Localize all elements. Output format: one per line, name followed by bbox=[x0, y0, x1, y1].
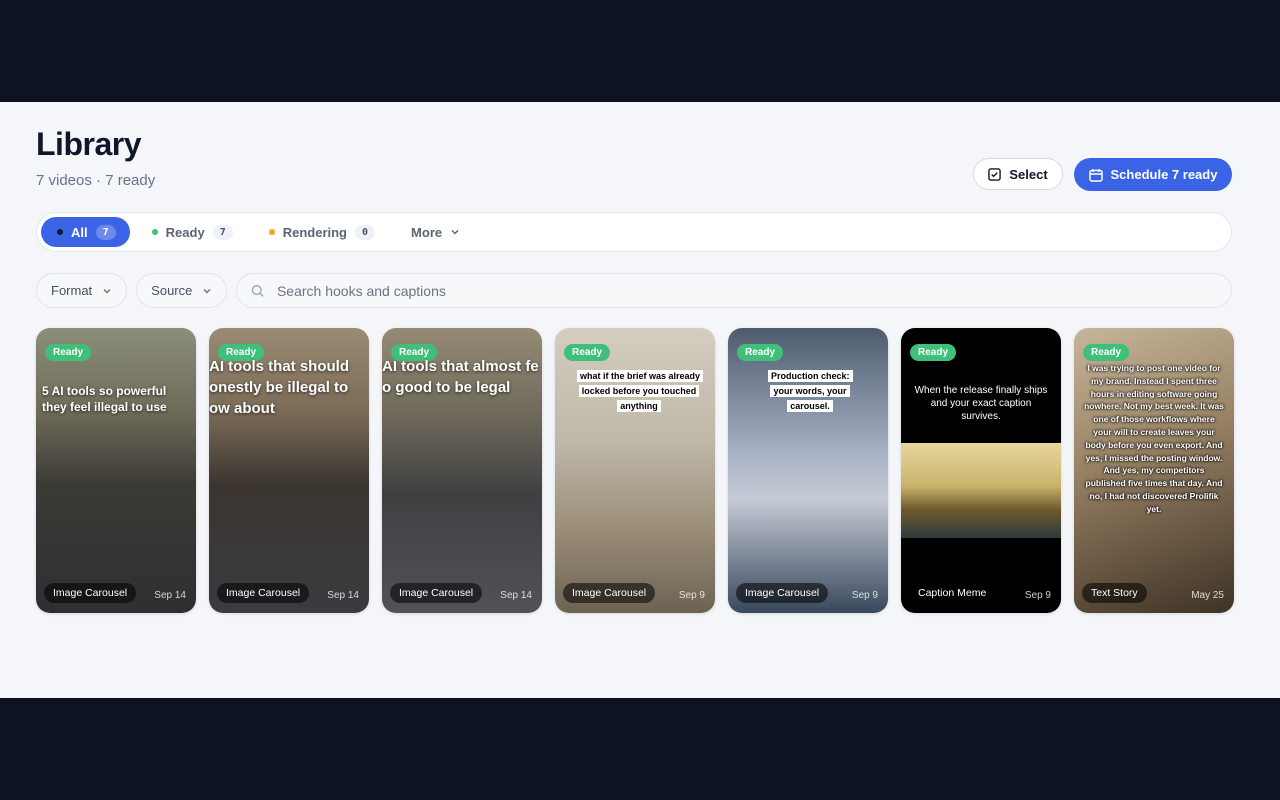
bottom-letterbox bbox=[0, 698, 1280, 800]
video-card[interactable]: Ready I was trying to post one video for… bbox=[1074, 328, 1234, 613]
format-badge: Image Carousel bbox=[390, 583, 483, 603]
tab-rendering[interactable]: Rendering 0 bbox=[253, 217, 389, 247]
card-overlay-text: what if the brief was already locked bef… bbox=[577, 368, 704, 413]
overlay-line: o good to be legal bbox=[382, 379, 511, 396]
overlay-caption: what if the brief was already locked bef… bbox=[577, 370, 704, 412]
library-page: Library 7 videos · 7 ready Select Schedu… bbox=[0, 102, 1280, 698]
tab-ready-dot bbox=[151, 229, 158, 235]
tab-ready-label: Ready bbox=[165, 224, 205, 240]
video-card[interactable]: Ready Production check: your words, your… bbox=[728, 328, 888, 613]
tab-more[interactable]: More bbox=[395, 217, 474, 247]
card-date: Sep 9 bbox=[1024, 590, 1051, 601]
meme-image bbox=[901, 443, 1061, 538]
schedule-button[interactable]: Schedule 7 ready bbox=[1074, 158, 1232, 191]
card-date: Sep 9 bbox=[851, 590, 878, 601]
format-badge: Caption Meme bbox=[909, 583, 996, 603]
card-overlay-text: 5 AI tools so powerful they feel illegal… bbox=[42, 384, 167, 414]
overlay-caption: Production check: your words, your carou… bbox=[768, 370, 853, 412]
chevron-down-icon bbox=[103, 288, 111, 293]
tab-ready[interactable]: Ready 7 bbox=[136, 217, 247, 247]
status-badge: Ready bbox=[910, 344, 957, 361]
tab-all-label: All bbox=[71, 224, 88, 240]
tab-all-dot bbox=[57, 229, 63, 235]
overlay-line: AI tools that almost fe bbox=[382, 358, 539, 375]
page-subtitle: 7 videos · 7 ready bbox=[36, 172, 156, 189]
page-title: Library bbox=[36, 126, 141, 162]
status-badge: Ready bbox=[1083, 344, 1130, 361]
format-badge: Image Carousel bbox=[563, 583, 656, 603]
select-button[interactable]: Select bbox=[973, 158, 1063, 190]
source-filter-label: Source bbox=[151, 283, 193, 298]
search-icon bbox=[252, 284, 264, 297]
chevron-down-icon bbox=[451, 230, 459, 235]
format-badge: Image Carousel bbox=[736, 583, 829, 603]
status-badge: Ready bbox=[737, 344, 784, 361]
select-button-label: Select bbox=[1009, 166, 1048, 182]
tab-rendering-dot bbox=[268, 229, 275, 235]
video-card[interactable]: Ready AI tools that almost fe o good to … bbox=[382, 328, 542, 613]
card-date: May 25 bbox=[1191, 590, 1224, 601]
card-date: Sep 14 bbox=[327, 590, 359, 601]
status-tabs: All 7 Ready 7 Rendering 0 More bbox=[36, 212, 1232, 252]
search-input[interactable] bbox=[274, 281, 1217, 300]
card-overlay-text: When the release finally ships and your … bbox=[914, 385, 1048, 422]
status-badge: Ready bbox=[564, 344, 611, 361]
card-overlay-text: Production check: your words, your carou… bbox=[768, 368, 853, 413]
card-overlay-text: I was trying to post one video for my br… bbox=[1084, 363, 1224, 514]
video-grid: Ready 5 AI tools so powerful they feel i… bbox=[36, 328, 1234, 613]
format-badge: Text Story bbox=[1082, 583, 1147, 603]
tab-more-label: More bbox=[411, 224, 443, 240]
source-filter[interactable]: Source bbox=[136, 273, 228, 308]
calendar-icon bbox=[1088, 168, 1103, 182]
format-filter-label: Format bbox=[51, 283, 93, 298]
video-card[interactable]: Ready AI tools that should onestly be il… bbox=[209, 328, 369, 613]
video-card[interactable]: Ready When the release finally ships and… bbox=[901, 328, 1061, 613]
schedule-button-label: Schedule 7 ready bbox=[1110, 167, 1218, 182]
tab-rendering-label: Rendering bbox=[282, 224, 348, 240]
tab-all-count: 7 bbox=[95, 224, 116, 240]
format-badge: Image Carousel bbox=[44, 583, 137, 603]
tab-all[interactable]: All 7 bbox=[41, 217, 130, 247]
status-badge: Ready bbox=[45, 344, 92, 361]
video-card[interactable]: Ready what if the brief was already lock… bbox=[555, 328, 715, 613]
card-date: Sep 9 bbox=[678, 590, 705, 601]
chevron-down-icon bbox=[203, 288, 211, 293]
tab-ready-count: 7 bbox=[212, 224, 233, 240]
format-filter[interactable]: Format bbox=[36, 273, 128, 308]
card-overlay-text: AI tools that almost fe o good to be leg… bbox=[382, 356, 542, 398]
card-overlay-text: AI tools that should onestly be illegal … bbox=[209, 358, 349, 417]
filter-bar: Format Source bbox=[36, 273, 1232, 308]
tab-rendering-count: 0 bbox=[355, 224, 376, 240]
video-card[interactable]: Ready 5 AI tools so powerful they feel i… bbox=[36, 328, 196, 613]
format-badge: Image Carousel bbox=[217, 583, 310, 603]
card-date: Sep 14 bbox=[500, 590, 532, 601]
top-letterbox bbox=[0, 0, 1280, 102]
search-box bbox=[236, 273, 1232, 308]
card-date: Sep 14 bbox=[154, 590, 186, 601]
checkbox-icon bbox=[988, 167, 1002, 181]
